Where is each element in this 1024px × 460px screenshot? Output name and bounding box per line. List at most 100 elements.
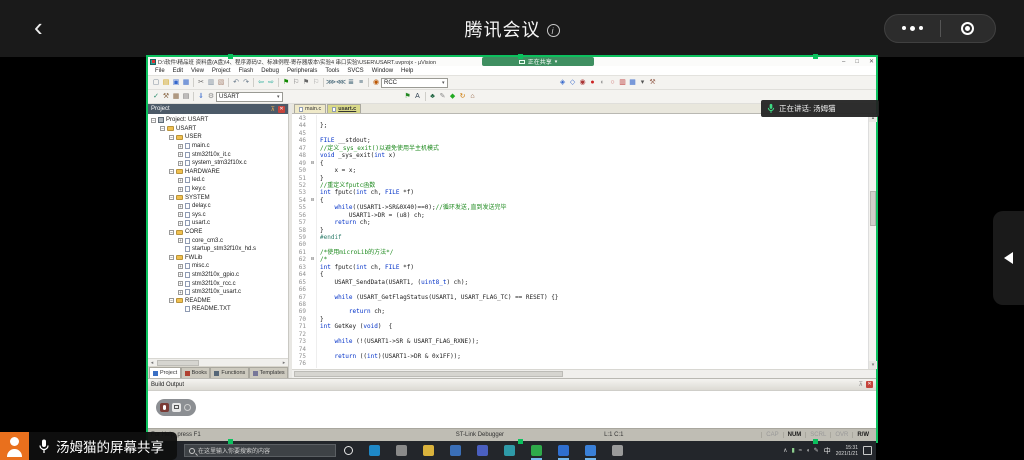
code-line[interactable]: 64{ [292, 271, 868, 278]
code-line[interactable]: 45 [292, 130, 868, 137]
collapse-icon[interactable]: − [169, 230, 174, 235]
scrollbar-thumb[interactable] [870, 191, 876, 227]
menu-help[interactable]: Help [397, 68, 417, 74]
code-line[interactable]: 46FILE __stdout; [292, 137, 868, 144]
project-panel-caption[interactable]: Project ⊼ ✕ [148, 104, 288, 114]
find-in-files-icon[interactable]: ◉ [371, 77, 381, 88]
info-icon[interactable]: i [547, 24, 560, 37]
code-line[interactable]: 75 return ((int)(USART1->DR & 0x1FF)); [292, 353, 868, 360]
bookmark-prev-icon[interactable]: ⚐ [291, 77, 301, 88]
caret-down-icon[interactable]: ▾ [638, 77, 648, 88]
scrollbar-thumb[interactable] [157, 360, 199, 366]
code-line[interactable]: 69 return ch; [292, 308, 868, 315]
cut-icon[interactable]: ✂ [196, 77, 206, 88]
tree-item[interactable]: +key.c [148, 185, 288, 194]
taskbar-app-store[interactable] [396, 445, 407, 456]
menu-peripherals[interactable]: Peripherals [283, 68, 321, 74]
flag-icon[interactable]: ⚑ [403, 91, 413, 102]
new-file-icon[interactable]: ▢ [151, 77, 161, 88]
pin-icon[interactable]: ⊼ [859, 381, 863, 388]
tree-item[interactable]: +led.c [148, 176, 288, 185]
scroll-right-arrow-icon[interactable]: ▸ [280, 360, 288, 366]
undo-icon[interactable]: ↶ [231, 77, 241, 88]
rebuild-icon[interactable]: ▦ [171, 91, 181, 102]
tree-item[interactable]: +stm32f10x_gpio.c [148, 271, 288, 280]
taskbar-app-wrench[interactable] [612, 445, 623, 456]
pencil-icon[interactable]: ✎ [438, 91, 448, 102]
more-circle-icon[interactable] [184, 404, 191, 411]
menu-view[interactable]: View [187, 68, 208, 74]
taskbar-app-app-blue-2[interactable] [477, 445, 488, 456]
menu-project[interactable]: Project [208, 68, 235, 74]
options-icon[interactable]: ⚙ [206, 91, 216, 102]
expand-icon[interactable]: + [178, 204, 183, 209]
tray-volume-icon[interactable]: ◖ [806, 448, 810, 454]
scroll-down-arrow-icon[interactable]: ▾ [869, 361, 877, 369]
collapse-icon[interactable]: − [169, 298, 174, 303]
bookmark-next-icon[interactable]: ⚑ [301, 77, 311, 88]
pin-icon[interactable]: ⊼ [271, 106, 275, 113]
copy-icon[interactable]: ▥ [206, 77, 216, 88]
expand-icon[interactable]: + [178, 272, 183, 277]
menu-svcs[interactable]: SVCS [343, 68, 367, 74]
code-line[interactable]: 62⊟/* [292, 256, 868, 263]
collapse-icon[interactable]: − [169, 255, 174, 260]
code-line[interactable]: 73 while (!(USART1->SR & USART_FLAG_RXNE… [292, 338, 868, 345]
tray-expand-icon[interactable]: ∧ [783, 447, 787, 454]
code-line[interactable]: 60 [292, 241, 868, 248]
screen-icon[interactable] [172, 403, 181, 412]
tree-item[interactable]: +README.TXT [148, 305, 288, 314]
code-line[interactable]: 72 [292, 331, 868, 338]
panel-tab-templates[interactable]: Templates [249, 367, 288, 378]
code-line[interactable]: 44}; [292, 122, 868, 129]
indent-icon[interactable]: ⋙ [326, 77, 336, 88]
fold-icon[interactable]: ⊟ [309, 160, 317, 167]
taskbar-app-app-blue-4[interactable] [585, 445, 596, 456]
tree-item[interactable]: −USART [148, 125, 288, 134]
outdent-icon[interactable]: ⋘ [336, 77, 346, 88]
reload-icon[interactable]: ↻ [458, 91, 468, 102]
taskbar-clock[interactable]: 15:31 2021/1/21 [836, 445, 858, 457]
taskbar-app-cortana[interactable] [344, 446, 353, 455]
fold-icon[interactable]: ⊟ [309, 256, 317, 263]
code-line[interactable]: 57 return ch; [292, 219, 868, 226]
collapse-icon[interactable]: − [160, 126, 165, 131]
code-line[interactable]: 47//定义_sys_exit()以避免使用半主机模式 [292, 145, 868, 152]
bug-icon[interactable]: ♣ [428, 91, 438, 102]
code-line[interactable]: 74 [292, 346, 868, 353]
floating-share-toolbar[interactable] [156, 399, 196, 416]
code-line[interactable]: 52//重定义fputc函数 [292, 182, 868, 189]
configure-icon[interactable]: ⚒ [648, 77, 658, 88]
comment-icon[interactable]: ≣ [346, 77, 356, 88]
menu-edit[interactable]: Edit [169, 68, 187, 74]
expand-icon[interactable]: + [178, 178, 183, 183]
expand-icon[interactable]: + [178, 238, 183, 243]
menu-window[interactable]: Window [368, 68, 397, 74]
forward-icon[interactable]: ⇨ [266, 77, 276, 88]
scroll-left-arrow-icon[interactable]: ◂ [148, 360, 156, 366]
collapse-icon[interactable]: − [169, 195, 174, 200]
menu-flash[interactable]: Flash [235, 68, 258, 74]
tray-battery-icon[interactable]: ▮ [791, 447, 794, 454]
window-layout-icon[interactable]: ▦ [628, 77, 638, 88]
code-editor[interactable]: 4344};4546FILE __stdout;47//定义_sys_exit(… [292, 114, 868, 369]
batch-build-icon[interactable]: ▤ [181, 91, 191, 102]
translate-icon[interactable]: ✓ [151, 91, 161, 102]
code-line[interactable]: 56 USART1->DR = (u8) ch; [292, 212, 868, 219]
tree-item[interactable]: +stm32f10x_it.c [148, 150, 288, 159]
minimize-button[interactable]: – [842, 59, 845, 65]
redo-icon[interactable]: ↷ [241, 77, 251, 88]
tree-item[interactable]: +core_cm3.c [148, 236, 288, 245]
close-window-button[interactable]: ✕ [869, 58, 874, 65]
panel-tab-books[interactable]: Books [181, 367, 211, 378]
maximize-button[interactable]: □ [855, 59, 859, 65]
breakpoint-disable-icon[interactable]: ◐ [598, 77, 608, 88]
menu-tools[interactable]: Tools [321, 68, 343, 74]
close-miniprogram-button[interactable] [941, 22, 996, 35]
taskbar-app-app-blue-1[interactable] [450, 445, 461, 456]
collapse-icon[interactable]: − [169, 135, 174, 140]
sharer-name-pill[interactable]: 汤姆猫的屏幕共享 [29, 432, 177, 460]
find-symbols-icon[interactable]: ◈ [558, 77, 568, 88]
tray-network-icon[interactable]: ≈ [799, 448, 802, 454]
tree-item[interactable]: +stm32f10x_rcc.c [148, 279, 288, 288]
